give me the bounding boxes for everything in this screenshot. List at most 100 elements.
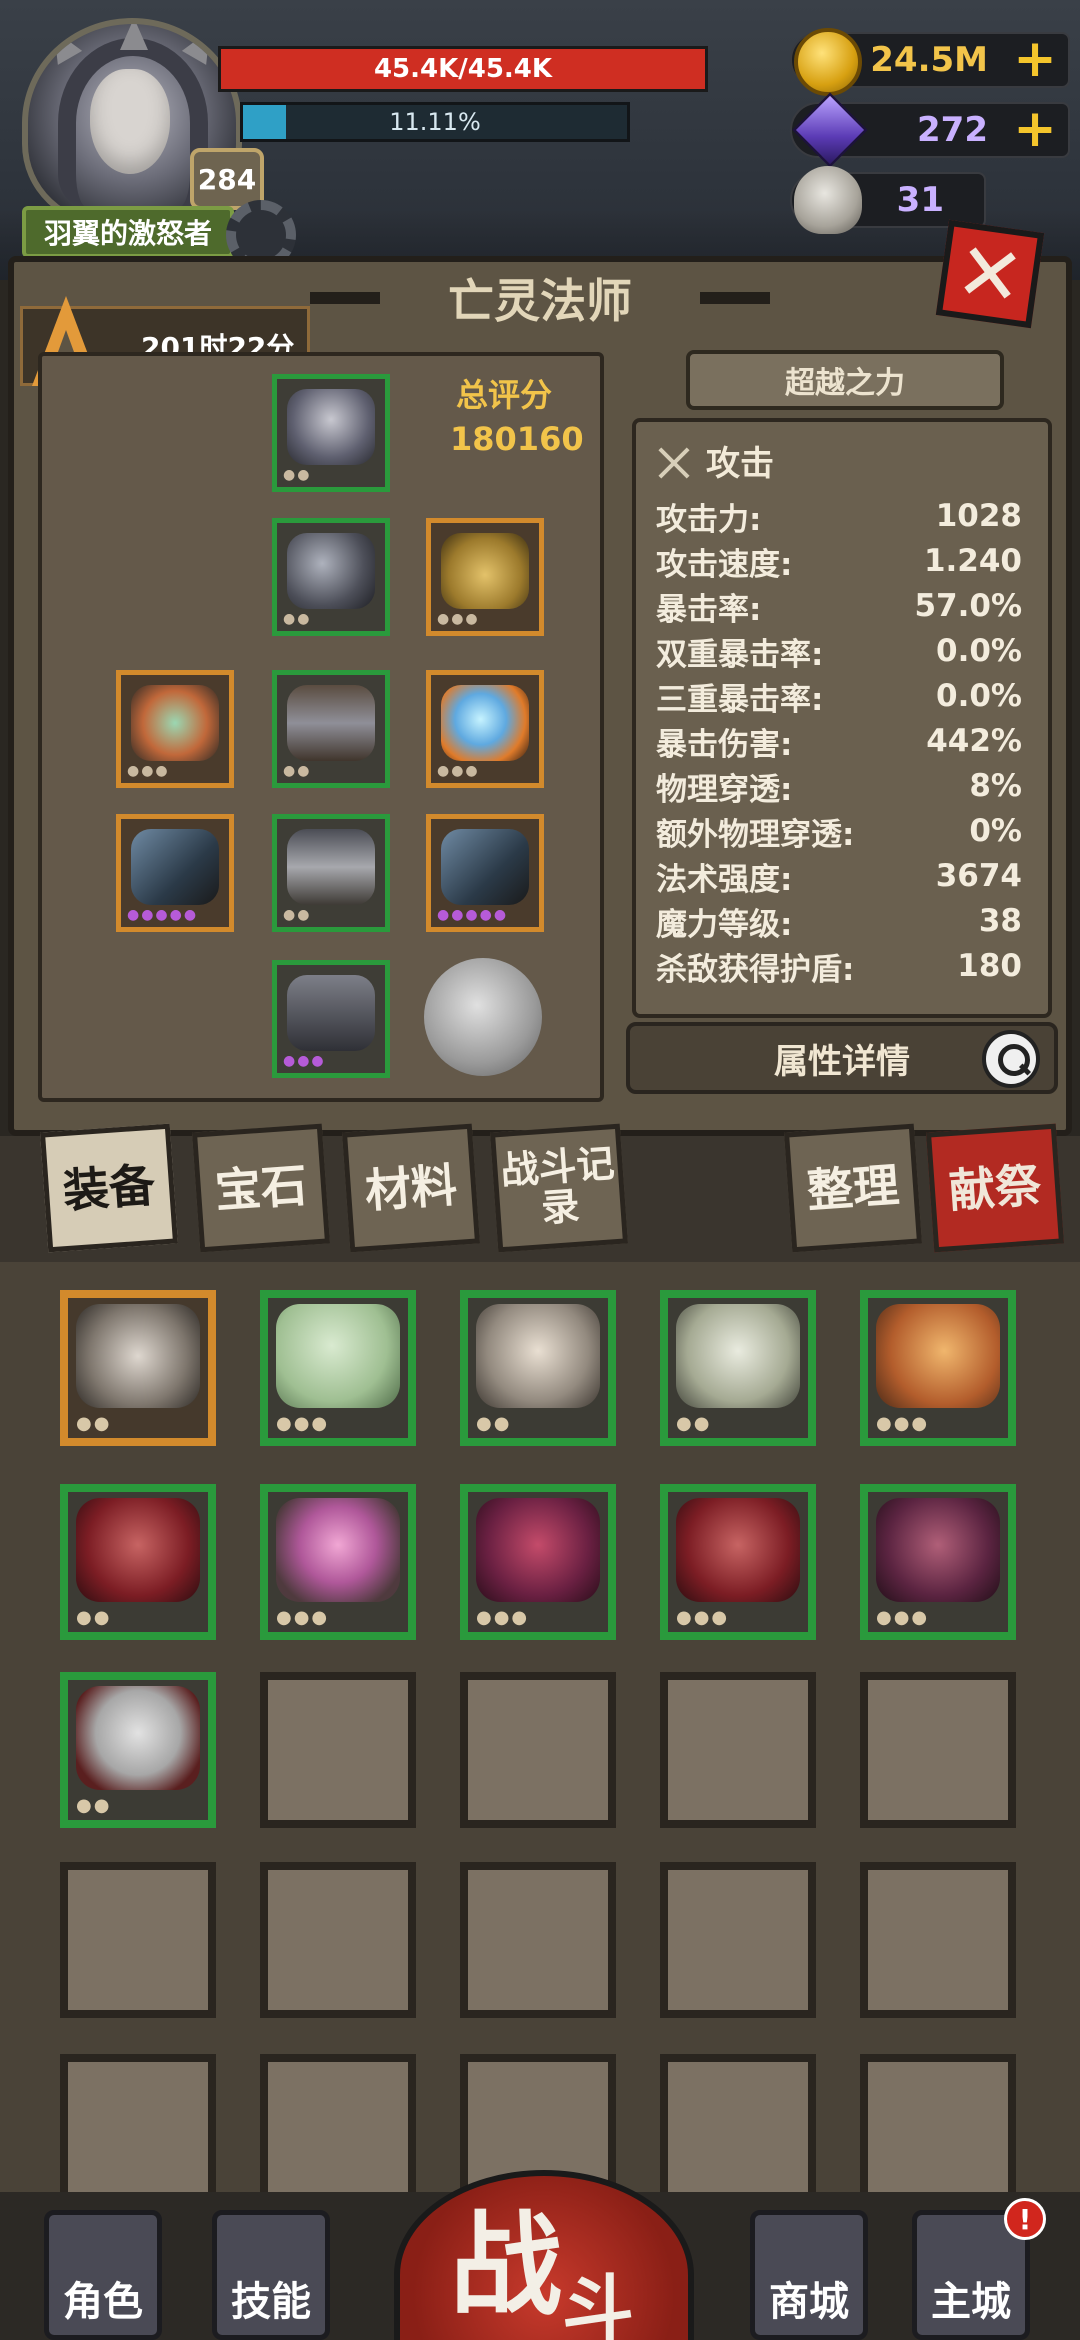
bat-helm-icon bbox=[476, 1498, 600, 1602]
inventory-slot-empty[interactable] bbox=[660, 2054, 816, 2210]
inventory-slot[interactable]: ●● bbox=[60, 1290, 216, 1446]
equip-slot-helmet[interactable]: ●● bbox=[272, 374, 390, 492]
inventory-slot[interactable]: ●●● bbox=[660, 1484, 816, 1640]
inventory-slot[interactable]: ●●● bbox=[860, 1290, 1016, 1446]
inventory-slot-empty[interactable] bbox=[660, 1862, 816, 2018]
inventory-slot-empty[interactable] bbox=[660, 1672, 816, 1828]
stat-value: 8% bbox=[969, 768, 1022, 804]
cape-icon bbox=[876, 1304, 1000, 1408]
rarity-pips: ●●● bbox=[276, 1607, 330, 1628]
demon-helm-icon bbox=[76, 1498, 200, 1602]
equip-slot-belt[interactable]: ●● bbox=[272, 670, 390, 788]
sacrifice-button[interactable]: 献祭 bbox=[925, 1123, 1065, 1253]
inventory-slot-empty[interactable] bbox=[860, 2054, 1016, 2210]
stat-value: 180 bbox=[957, 948, 1022, 984]
inventory-slot[interactable]: ●●● bbox=[260, 1290, 416, 1446]
nav-shop[interactable]: 商城 bbox=[750, 2210, 868, 2340]
equip-slot-boots[interactable]: ●●● bbox=[272, 960, 390, 1078]
inventory-slot-empty[interactable] bbox=[460, 1862, 616, 2018]
equip-slot-mask[interactable]: ●●● bbox=[116, 670, 234, 788]
stat-label: 法术强度: bbox=[656, 861, 793, 898]
transcend-power-button[interactable]: 超越之力 bbox=[686, 350, 1004, 410]
inventory-slot[interactable]: ●● bbox=[60, 1484, 216, 1640]
belt-icon bbox=[287, 685, 375, 761]
armor-icon bbox=[287, 829, 375, 905]
xp-bar: 11.11% bbox=[240, 102, 630, 142]
crystal-spider-icon bbox=[276, 1498, 400, 1602]
rarity-pips: ●●● bbox=[276, 1413, 330, 1434]
stats-header-label: 攻击 bbox=[706, 444, 774, 484]
equip-slot-shoulder[interactable]: ●● bbox=[272, 518, 390, 636]
stat-label: 双重暴击率: bbox=[656, 636, 824, 673]
rarity-pips: ●●●●● bbox=[437, 907, 509, 923]
inventory-slot-empty[interactable] bbox=[60, 1862, 216, 2018]
magnifier-icon[interactable] bbox=[982, 1030, 1040, 1088]
equip-slot-weapon-left[interactable]: ●●●●● bbox=[116, 814, 234, 932]
stat-row: 额外物理穿透: 0% bbox=[656, 809, 1022, 853]
stat-value: 0.0% bbox=[936, 678, 1022, 714]
inventory-slot-empty[interactable] bbox=[260, 1862, 416, 2018]
stat-value: 1028 bbox=[935, 498, 1022, 534]
hp-text: 45.4K/45.4K bbox=[373, 54, 553, 84]
crossed-swords-icon bbox=[656, 443, 692, 479]
fight-label-1: 战 bbox=[450, 2201, 562, 2331]
stat-row: 杀敌获得护盾: 180 bbox=[656, 944, 1022, 988]
bell-amulet-icon bbox=[441, 533, 529, 609]
equip-slot-armor[interactable]: ●● bbox=[272, 814, 390, 932]
player-title[interactable]: 羽翼的激怒者 bbox=[22, 206, 234, 258]
helmet-icon bbox=[287, 389, 375, 465]
stat-value: 0.0% bbox=[936, 633, 1022, 669]
inventory-slot[interactable]: ●●● bbox=[860, 1484, 1016, 1640]
inventory-slot[interactable]: ●●● bbox=[260, 1484, 416, 1640]
inventory-slot-empty[interactable] bbox=[460, 1672, 616, 1828]
inventory-slot-empty[interactable] bbox=[260, 2054, 416, 2210]
nav-skills[interactable]: 技能 bbox=[212, 2210, 330, 2340]
stat-label: 魔力等级: bbox=[656, 906, 793, 943]
inventory-slot[interactable]: ●● bbox=[660, 1290, 816, 1446]
tab-materials[interactable]: 材料 bbox=[341, 1123, 481, 1253]
empty-round-slot[interactable] bbox=[424, 958, 542, 1076]
rarity-pips: ●●● bbox=[476, 1607, 530, 1628]
equip-slot-amulet[interactable]: ●●● bbox=[426, 518, 544, 636]
stat-value: 1.240 bbox=[923, 543, 1022, 579]
rarity-pips: ●● bbox=[76, 1413, 112, 1434]
stat-row: 三重暴击率: 0.0% bbox=[656, 674, 1022, 718]
equip-slot-orb[interactable]: ●●● bbox=[426, 670, 544, 788]
inventory-slot[interactable]: ●● bbox=[60, 1672, 216, 1828]
tab-gems[interactable]: 宝石 bbox=[191, 1123, 331, 1253]
rarity-pips: ●● bbox=[76, 1607, 112, 1628]
orb-icon bbox=[441, 685, 529, 761]
inventory-slot-empty[interactable] bbox=[860, 1672, 1016, 1828]
inventory-slot-empty[interactable] bbox=[260, 1672, 416, 1828]
tab-battle-log[interactable]: 战斗记录 bbox=[489, 1123, 629, 1253]
gold-value: 24.5M bbox=[870, 40, 988, 80]
inventory-slot-empty[interactable] bbox=[860, 1862, 1016, 2018]
stat-value: 442% bbox=[926, 723, 1022, 759]
gold-coin-icon bbox=[794, 28, 862, 96]
rarity-pips: ●● bbox=[676, 1413, 712, 1434]
gloves-icon bbox=[876, 1498, 1000, 1602]
tab-equipment[interactable]: 装备 bbox=[39, 1123, 179, 1253]
equip-slot-weapon-right[interactable]: ●●●●● bbox=[426, 814, 544, 932]
inventory-slot-empty[interactable] bbox=[60, 2054, 216, 2210]
add-gold-button[interactable]: + bbox=[1012, 33, 1058, 85]
rarity-pips: ●●● bbox=[127, 763, 170, 779]
stat-label: 攻击力: bbox=[656, 501, 762, 538]
add-crystal-button[interactable]: + bbox=[1012, 103, 1058, 155]
stat-label: 杀敌获得护盾: bbox=[656, 951, 855, 988]
stats-panel[interactable]: 攻击 攻击力: 1028 攻击速度: 1.240 暴击率: 57.0% 双重暴击率: 0… bbox=[632, 418, 1052, 1018]
stat-row: 攻击速度: 1.240 bbox=[656, 539, 1022, 583]
close-button[interactable]: ✕ bbox=[935, 219, 1045, 329]
mask-icon bbox=[131, 685, 219, 761]
stat-row: 物理穿透: 8% bbox=[656, 764, 1022, 808]
stat-row: 暴击率: 57.0% bbox=[656, 584, 1022, 628]
nav-character[interactable]: 角色 bbox=[44, 2210, 162, 2340]
stat-value: 57.0% bbox=[914, 588, 1022, 624]
sort-button[interactable]: 整理 bbox=[783, 1123, 923, 1253]
egg-icon bbox=[276, 1304, 400, 1408]
inventory-slot[interactable]: ●● bbox=[460, 1290, 616, 1446]
gauntlets-icon bbox=[76, 1686, 200, 1790]
stat-value: 3674 bbox=[935, 858, 1022, 894]
scythe-icon bbox=[131, 829, 219, 905]
inventory-slot[interactable]: ●●● bbox=[460, 1484, 616, 1640]
